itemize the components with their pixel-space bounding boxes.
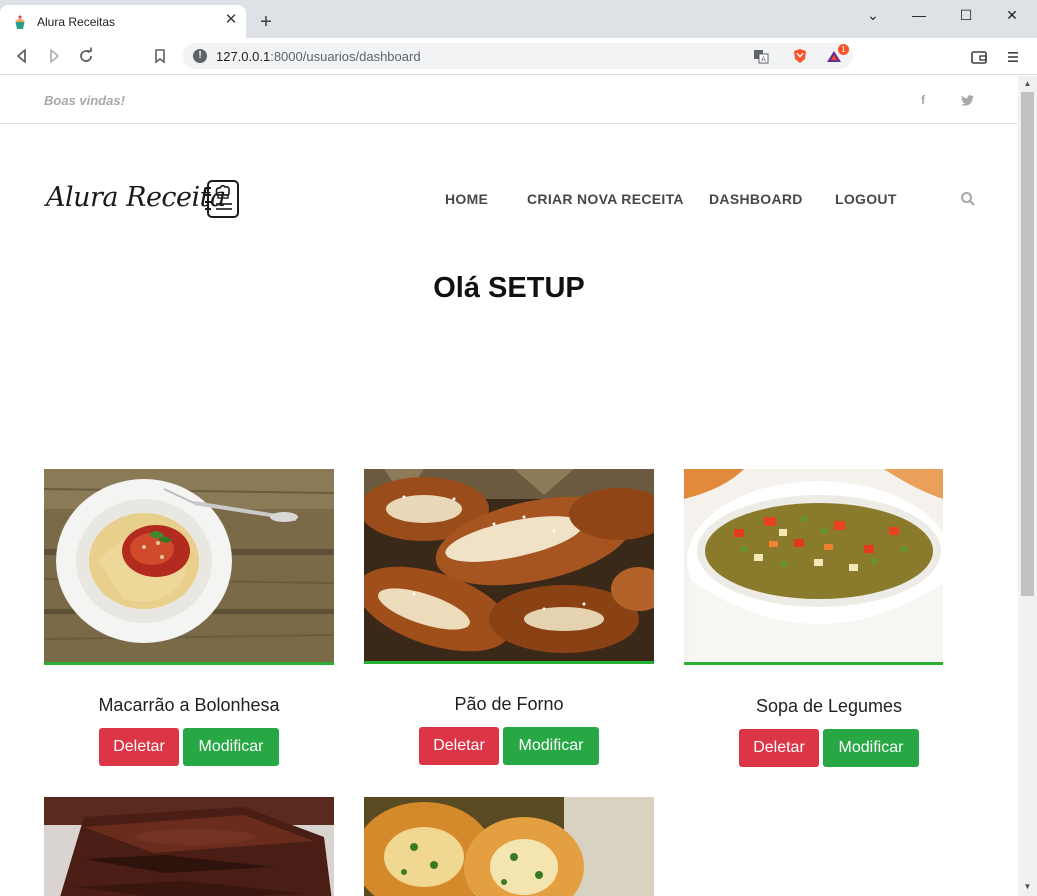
forward-icon[interactable]	[44, 46, 64, 66]
recipe-image[interactable]	[364, 469, 654, 664]
recipe-image[interactable]	[364, 797, 654, 896]
delete-button[interactable]: Deletar	[419, 727, 499, 765]
tab-title: Alura Receitas	[37, 15, 116, 29]
modify-button[interactable]: Modificar	[183, 728, 279, 766]
recipe-image[interactable]	[44, 797, 334, 896]
delete-button[interactable]: Deletar	[99, 728, 179, 766]
address-toolbar: ! 127.0.0.1:8000/usuarios/dashboard A 1	[0, 38, 1037, 75]
site-info-icon[interactable]: !	[193, 49, 207, 63]
pretzel-bread-photo-icon	[364, 469, 654, 661]
cupcake-favicon-icon	[15, 15, 25, 29]
scrollbar-thumb[interactable]	[1021, 92, 1034, 596]
page-scrollbar[interactable]: ▲ ▼	[1018, 76, 1037, 896]
translate-icon[interactable]: A	[753, 48, 769, 64]
modify-button[interactable]: Modificar	[823, 729, 919, 767]
close-window-button[interactable]: ✕	[1001, 6, 1023, 24]
wallet-icon[interactable]	[970, 48, 988, 66]
facebook-icon[interactable]: f	[921, 93, 925, 107]
recipe-image[interactable]	[44, 469, 334, 665]
nav-dashboard[interactable]: DASHBOARD	[709, 191, 803, 207]
tab-close-icon[interactable]: ✕	[222, 11, 240, 29]
search-icon[interactable]	[960, 191, 976, 207]
nav-home[interactable]: HOME	[445, 191, 488, 207]
twitter-icon[interactable]	[961, 95, 974, 106]
maximize-button[interactable]: ☐	[955, 6, 977, 24]
recipe-book-icon	[205, 180, 239, 218]
reload-icon[interactable]	[76, 46, 96, 66]
page-viewport: Boas vindas! f Alura Receita HOME CRIAR …	[0, 76, 1018, 896]
top-bar: Boas vindas! f	[0, 76, 1018, 124]
browser-tab[interactable]: Alura Receitas ✕	[0, 5, 246, 38]
new-tab-button[interactable]: +	[256, 12, 276, 32]
recipe-title: Sopa de Legumes	[755, 696, 903, 716]
logo-text: Alura Receita	[46, 182, 226, 213]
recipe-title: Pão de Forno	[454, 694, 564, 714]
tab-search-icon[interactable]: ⌄	[862, 6, 884, 24]
bookmark-icon[interactable]	[150, 46, 170, 66]
fried-food-photo-icon	[364, 797, 654, 896]
scroll-down-icon[interactable]: ▼	[1018, 880, 1037, 894]
url-bar[interactable]: ! 127.0.0.1:8000/usuarios/dashboard A 1	[183, 43, 853, 69]
nav-create-recipe[interactable]: CRIAR NOVA RECEITA	[527, 191, 684, 207]
rewards-badge: 1	[838, 44, 849, 55]
chocolate-cake-photo-icon	[44, 797, 334, 896]
vegetable-soup-photo-icon	[684, 469, 943, 662]
recipe-image[interactable]	[684, 469, 943, 665]
scroll-up-icon[interactable]: ▲	[1018, 77, 1037, 91]
welcome-text: Boas vindas!	[44, 93, 125, 108]
nav-logout[interactable]: LOGOUT	[835, 191, 897, 207]
svg-text:A: A	[761, 56, 766, 64]
recipe-title: Macarrão a Bolonhesa	[98, 695, 280, 715]
back-icon[interactable]	[12, 46, 32, 66]
minimize-button[interactable]: —	[908, 6, 930, 24]
url-text: 127.0.0.1:8000/usuarios/dashboard	[216, 49, 421, 64]
spaghetti-photo-icon	[44, 469, 334, 662]
modify-button[interactable]: Modificar	[503, 727, 599, 765]
menu-icon[interactable]	[1004, 48, 1022, 66]
browser-tab-strip: Alura Receitas ✕ + ⌄ — ☐ ✕	[0, 0, 1037, 38]
page-title: Olá SETUP	[433, 272, 585, 304]
delete-button[interactable]: Deletar	[739, 729, 819, 767]
brave-shields-icon[interactable]	[792, 48, 808, 64]
